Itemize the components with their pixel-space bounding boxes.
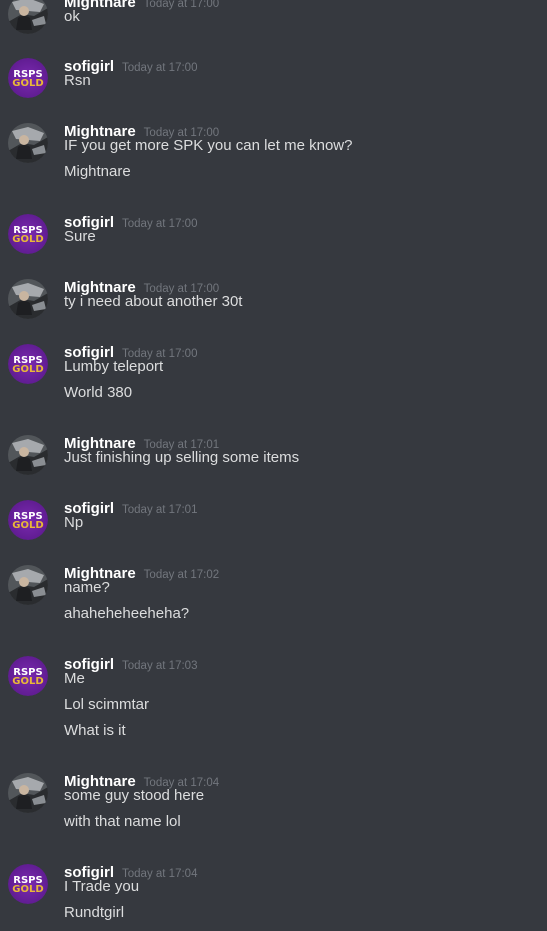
message-text: Sure [64, 228, 96, 245]
message-text: Rsn [64, 72, 91, 89]
message-text: Me [64, 670, 85, 687]
gold-text: GOLD [12, 884, 43, 895]
rsps-gold-avatar[interactable]: RSPS GOLD [8, 214, 48, 254]
message-text: Rundtgirl [64, 904, 125, 921]
rsps-gold-avatar[interactable]: RSPS GOLD [8, 344, 48, 384]
gold-text: GOLD [12, 234, 43, 245]
gold-text: GOLD [12, 520, 43, 531]
rsps-gold-avatar[interactable]: RSPS GOLD [8, 864, 48, 904]
user-avatar[interactable] [8, 773, 48, 813]
timestamp: Today at 17:03 [122, 660, 198, 672]
user-avatar[interactable] [8, 123, 48, 163]
user-avatar[interactable] [8, 0, 48, 34]
message-text: with that name lol [64, 813, 181, 830]
user-avatar[interactable] [8, 279, 48, 319]
message-text: World 380 [64, 384, 133, 401]
message-text: ok [64, 8, 80, 25]
message-text: I Trade you [64, 878, 140, 895]
message-text: some guy stood here [64, 787, 205, 804]
message-text: What is it [64, 722, 126, 739]
gold-text: GOLD [12, 78, 43, 89]
rsps-gold-avatar[interactable]: RSPS GOLD [8, 656, 48, 696]
gold-text: GOLD [12, 364, 43, 375]
message-header: sofigirl Today at 17:01 [64, 500, 197, 519]
timestamp: Today at 17:00 [122, 62, 198, 74]
rsps-gold-avatar[interactable]: RSPS GOLD [8, 58, 48, 98]
timestamp: Today at 17:02 [143, 569, 220, 581]
message-text: IF you get more SPK you can let me know? [64, 137, 353, 154]
user-avatar[interactable] [8, 435, 48, 475]
timestamp: Today at 17:00 [143, 0, 220, 10]
message-text: name? [64, 579, 110, 596]
timestamp: Today at 17:01 [122, 504, 198, 516]
message-text: Just finishing up selling some items [64, 449, 300, 466]
user-avatar[interactable] [8, 565, 48, 605]
gold-text: GOLD [12, 676, 43, 687]
message-text: ty i need about another 30t [64, 293, 243, 310]
message-text: Np [64, 514, 84, 531]
rsps-gold-avatar[interactable]: RSPS GOLD [8, 500, 48, 540]
message-text: Lol scimmtar [64, 696, 150, 713]
message-text: ahaheheheeheha? [64, 605, 190, 622]
message-text: Mightnare [64, 163, 131, 180]
message-text: Lumby teleport [64, 358, 164, 375]
message-header: Mightnare Today at 17:00 [64, 0, 219, 13]
timestamp: Today at 17:00 [122, 218, 198, 230]
chat-messages[interactable]: Mightnare Today at 17:00 ok RSPS GOLD sofigir… [0, 0, 547, 931]
